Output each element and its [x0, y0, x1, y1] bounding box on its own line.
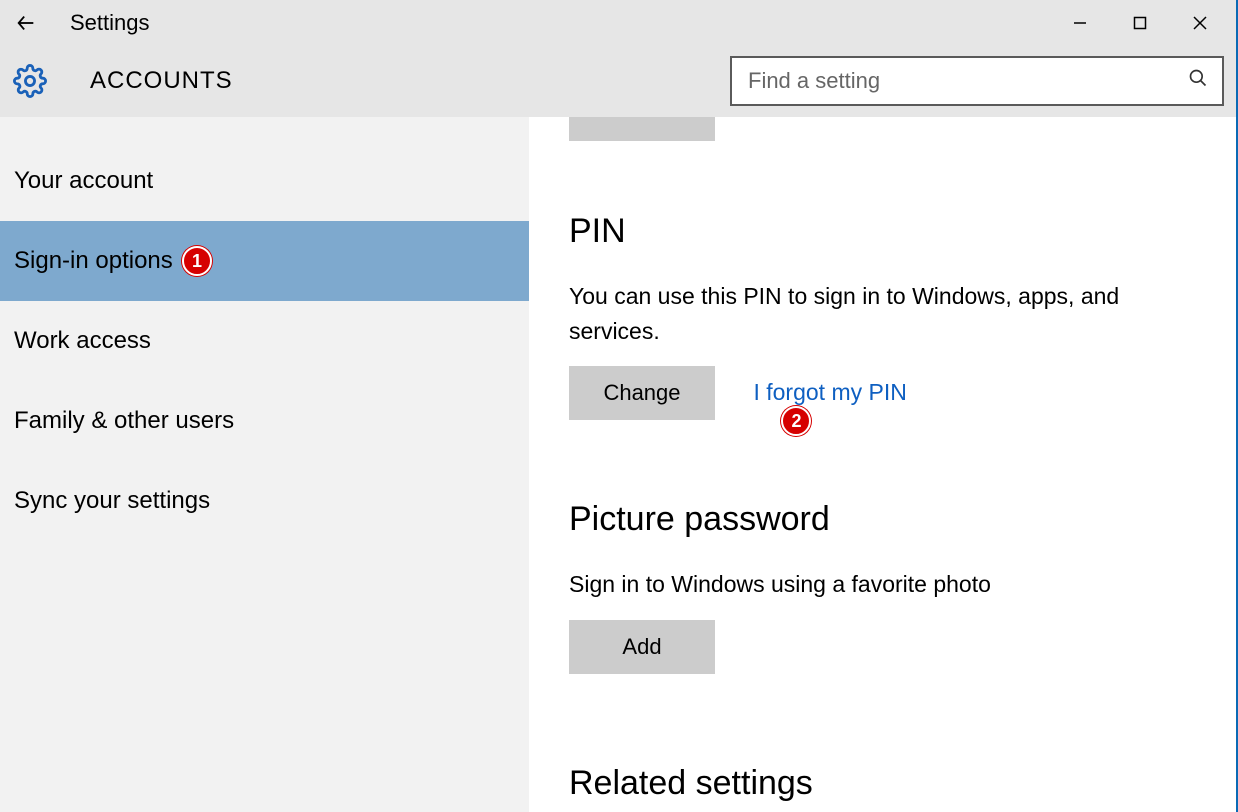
sidebar-item-sync-your-settings[interactable]: Sync your settings: [0, 461, 529, 541]
partial-button-above[interactable]: [569, 117, 715, 141]
sidebar-item-your-account[interactable]: Your account: [0, 141, 529, 221]
search-icon: [1188, 68, 1208, 94]
pin-heading: PIN: [569, 212, 1216, 251]
pin-description: You can use this PIN to sign in to Windo…: [569, 279, 1169, 348]
maximize-button[interactable]: [1110, 3, 1170, 43]
annotation-badge-1: 1: [182, 246, 212, 276]
add-picture-password-button[interactable]: Add: [569, 620, 715, 674]
forgot-pin-link[interactable]: I forgot my PIN: [753, 379, 906, 406]
sidebar-item-sign-in-options[interactable]: Sign-in options 1: [0, 221, 529, 301]
sidebar-item-work-access[interactable]: Work access: [0, 301, 529, 381]
close-button[interactable]: [1170, 3, 1230, 43]
back-button[interactable]: [6, 3, 46, 43]
sidebar-item-label: Your account: [14, 167, 153, 195]
page-title: ACCOUNTS: [90, 67, 233, 95]
related-settings-heading: Related settings: [569, 764, 1216, 803]
sidebar-item-label: Sign-in options: [14, 247, 173, 275]
picture-password-heading: Picture password: [569, 500, 1216, 539]
header: ACCOUNTS: [0, 45, 1236, 117]
sidebar-item-label: Sync your settings: [14, 487, 210, 515]
titlebar: Settings: [0, 0, 1236, 45]
sidebar-item-label: Family & other users: [14, 407, 234, 435]
search-input[interactable]: [746, 67, 1188, 95]
change-pin-button[interactable]: Change: [569, 366, 715, 420]
gear-icon: [12, 63, 48, 99]
search-box[interactable]: [730, 56, 1224, 106]
minimize-button[interactable]: [1050, 3, 1110, 43]
main-panel: PIN You can use this PIN to sign in to W…: [529, 117, 1236, 812]
picture-password-description: Sign in to Windows using a favorite phot…: [569, 567, 1169, 602]
sidebar-item-family-other-users[interactable]: Family & other users: [0, 381, 529, 461]
window-title: Settings: [70, 10, 150, 36]
sidebar: Your account Sign-in options 1 Work acce…: [0, 117, 529, 812]
sidebar-item-label: Work access: [14, 327, 151, 355]
content: Your account Sign-in options 1 Work acce…: [0, 117, 1236, 812]
